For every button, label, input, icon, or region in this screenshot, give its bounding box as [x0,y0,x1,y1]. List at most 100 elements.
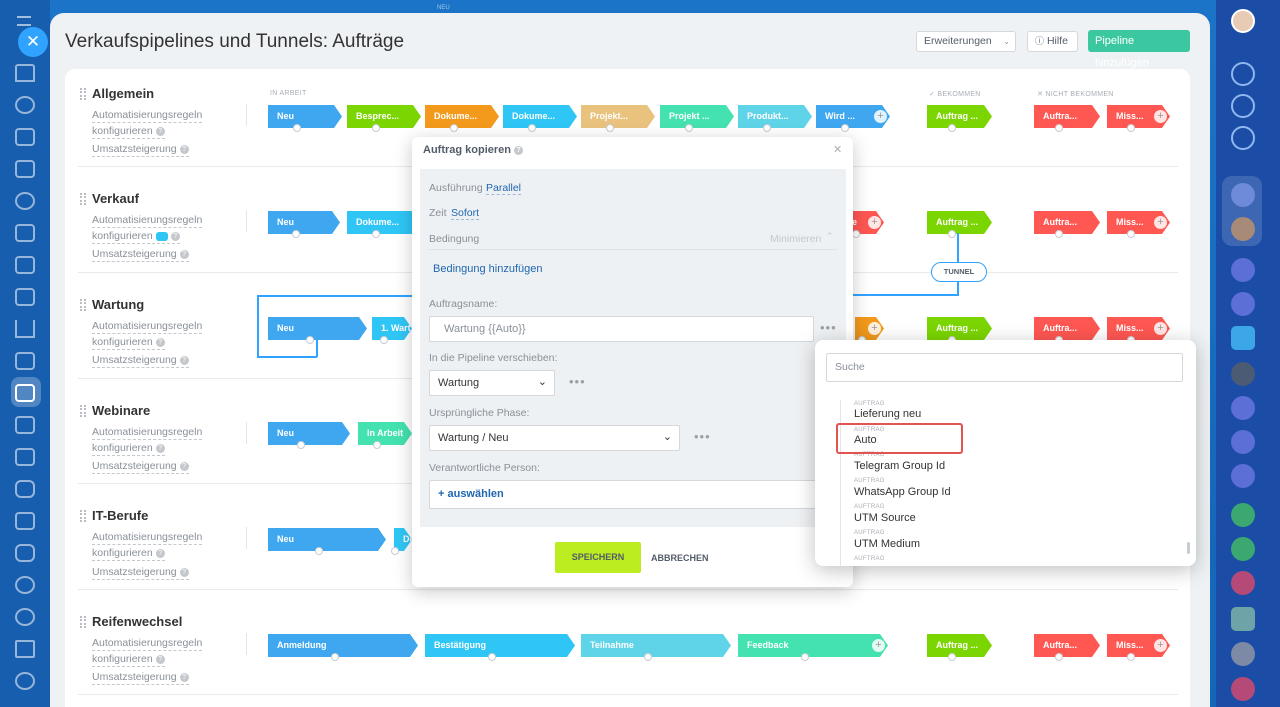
stage-lost[interactable]: Auftra... [1034,634,1100,657]
menu-icon[interactable] [17,16,31,26]
sites-icon[interactable] [15,288,35,306]
openline-icon-3[interactable] [1231,396,1255,420]
pulse-icon[interactable] [1231,94,1255,118]
automation-rules-link-2[interactable]: konfigurieren? [92,442,165,456]
automation-rules-link[interactable]: Automatisierungsregeln [92,214,203,228]
contact-avatar-1[interactable] [1231,217,1255,241]
stage-connector-dot[interactable] [297,441,305,449]
stage-connector-dot[interactable] [305,336,314,344]
automation-rules-link[interactable]: Automatisierungsregeln [92,426,203,440]
stage-connector-dot[interactable] [947,653,956,661]
help-icon[interactable]: ? [179,355,189,365]
stage-won[interactable]: Auftrag ... [927,211,992,234]
stage-chip[interactable]: Projekt ... [660,105,734,128]
help-icon[interactable]: ? [155,337,165,347]
automation-rules-link-2[interactable]: konfigurieren? [92,336,165,350]
umsatz-link[interactable]: Umsatzsteigerung? [92,248,189,262]
drag-handle-icon[interactable] [80,510,86,522]
stage-connector-dot[interactable] [450,124,458,132]
search-chat-icon[interactable] [1231,126,1255,150]
zeit-value[interactable]: Sofort [451,207,480,220]
help-icon[interactable]: ? [155,126,165,136]
add-stage-icon[interactable]: + [1154,639,1167,652]
add-stage-icon[interactable]: + [1154,216,1167,229]
stage-connector-dot[interactable] [1126,124,1135,132]
chat-icon[interactable] [1231,326,1255,350]
stage-connector-dot[interactable] [1126,230,1135,238]
stage-connector-dot[interactable] [380,336,388,344]
stage-connector-dot[interactable] [528,124,536,132]
stage-chip[interactable]: Dokume... [425,105,499,128]
edit-icon[interactable] [15,416,35,434]
stage-chip[interactable]: Neu [268,422,350,445]
help-icon[interactable]: ? [179,249,189,259]
stage-chip[interactable]: Besprec... [347,105,421,128]
h-avatar[interactable] [1231,183,1255,207]
stage-chip[interactable]: Bestätigung [425,634,575,657]
stage-chip[interactable]: Neu [268,528,386,551]
automation-rules-link-2[interactable]: konfigurieren? [92,230,180,244]
stage-chip[interactable]: Dokume... [347,211,421,234]
popup-scrollbar[interactable] [1187,542,1190,554]
robot-icon[interactable] [15,544,35,562]
save-button[interactable]: SPEICHERN [555,542,641,573]
stage-chip[interactable]: Anmeldung [268,634,418,657]
stage-connector-dot[interactable] [372,124,380,132]
stage-connector-dot[interactable] [685,124,693,132]
more-icon[interactable]: ••• [820,320,837,335]
stage-chip[interactable]: Neu [268,105,342,128]
stage-connector-dot[interactable] [1055,230,1063,238]
add-stage-icon[interactable]: + [1154,110,1167,123]
stage-connector-dot[interactable] [1055,124,1063,132]
stage-connector-dot[interactable] [373,441,381,449]
stage-chip[interactable]: Projekt... [581,105,655,128]
automation-rules-link[interactable]: Automatisierungsregeln [92,320,203,334]
list-item[interactable]: Telegram Group Id [854,460,945,472]
tasks-icon[interactable] [15,128,35,146]
stage-chip[interactable]: Feedback [738,634,888,657]
phone-icon[interactable] [15,480,35,498]
chevron-up-icon[interactable]: ⌃ [826,231,834,242]
add-pipeline-button[interactable]: Pipeline hinzufügen [1088,30,1190,69]
stage-connector-dot[interactable] [763,124,771,132]
erweiterungen-button[interactable]: Erweiterungen ⌄ [916,31,1016,52]
drag-handle-icon[interactable] [80,405,86,417]
list-item[interactable]: WhatsApp Group Id [854,486,951,498]
openline-icon-2[interactable] [1231,292,1255,316]
more-icon[interactable]: ••• [694,429,711,444]
stage-lost[interactable]: Auftra... [1034,317,1100,340]
umsatz-link[interactable]: Umsatzsteigerung? [92,460,189,474]
stage-connector-dot[interactable] [1126,653,1135,661]
contact-avatar-3[interactable] [1231,642,1255,666]
pipeline-filter-icon[interactable] [15,384,35,402]
umsatz-link[interactable]: Umsatzsteigerung? [92,354,189,368]
add-stage-icon[interactable]: + [1154,322,1167,335]
stage-connector-dot[interactable] [391,547,399,555]
ausfuehrung-value[interactable]: Parallel [486,182,522,195]
stage-chip[interactable]: Neu [268,317,367,340]
more-icon[interactable]: ••• [569,374,586,389]
stage-won[interactable]: Auftrag ... [927,317,992,340]
notifications-icon[interactable] [1231,62,1255,86]
stage-connector-dot[interactable] [1055,653,1063,661]
stage-chip[interactable]: Dokume... [503,105,577,128]
lock-icon-1[interactable] [1231,503,1255,527]
settings-icon[interactable] [15,672,35,690]
automation-rules-link[interactable]: Automatisierungsregeln [92,637,203,651]
add-stage-icon[interactable]: + [868,322,881,335]
add-stage-icon[interactable]: + [868,216,881,229]
pipeline-select[interactable]: Wartung ⌄ [429,370,555,396]
phase-select[interactable]: Wartung / Neu ⌄ [429,425,680,451]
stage-connector-dot[interactable] [315,547,323,555]
contact-avatar-2[interactable] [1231,362,1255,386]
home-icon[interactable] [15,64,35,82]
stage-chip[interactable]: Teilnahme [581,634,731,657]
stage-chip[interactable]: Produkt... [738,105,812,128]
tunnel-badge[interactable]: TUNNEL [931,262,987,282]
feed-icon[interactable] [15,96,35,114]
drive-icon[interactable] [15,256,35,274]
list-item[interactable]: Lieferung neu [854,408,921,420]
stage-connector-dot[interactable] [293,124,301,132]
stage-chip[interactable]: 1. Wart [372,317,412,340]
user-avatar[interactable] [1231,9,1255,33]
